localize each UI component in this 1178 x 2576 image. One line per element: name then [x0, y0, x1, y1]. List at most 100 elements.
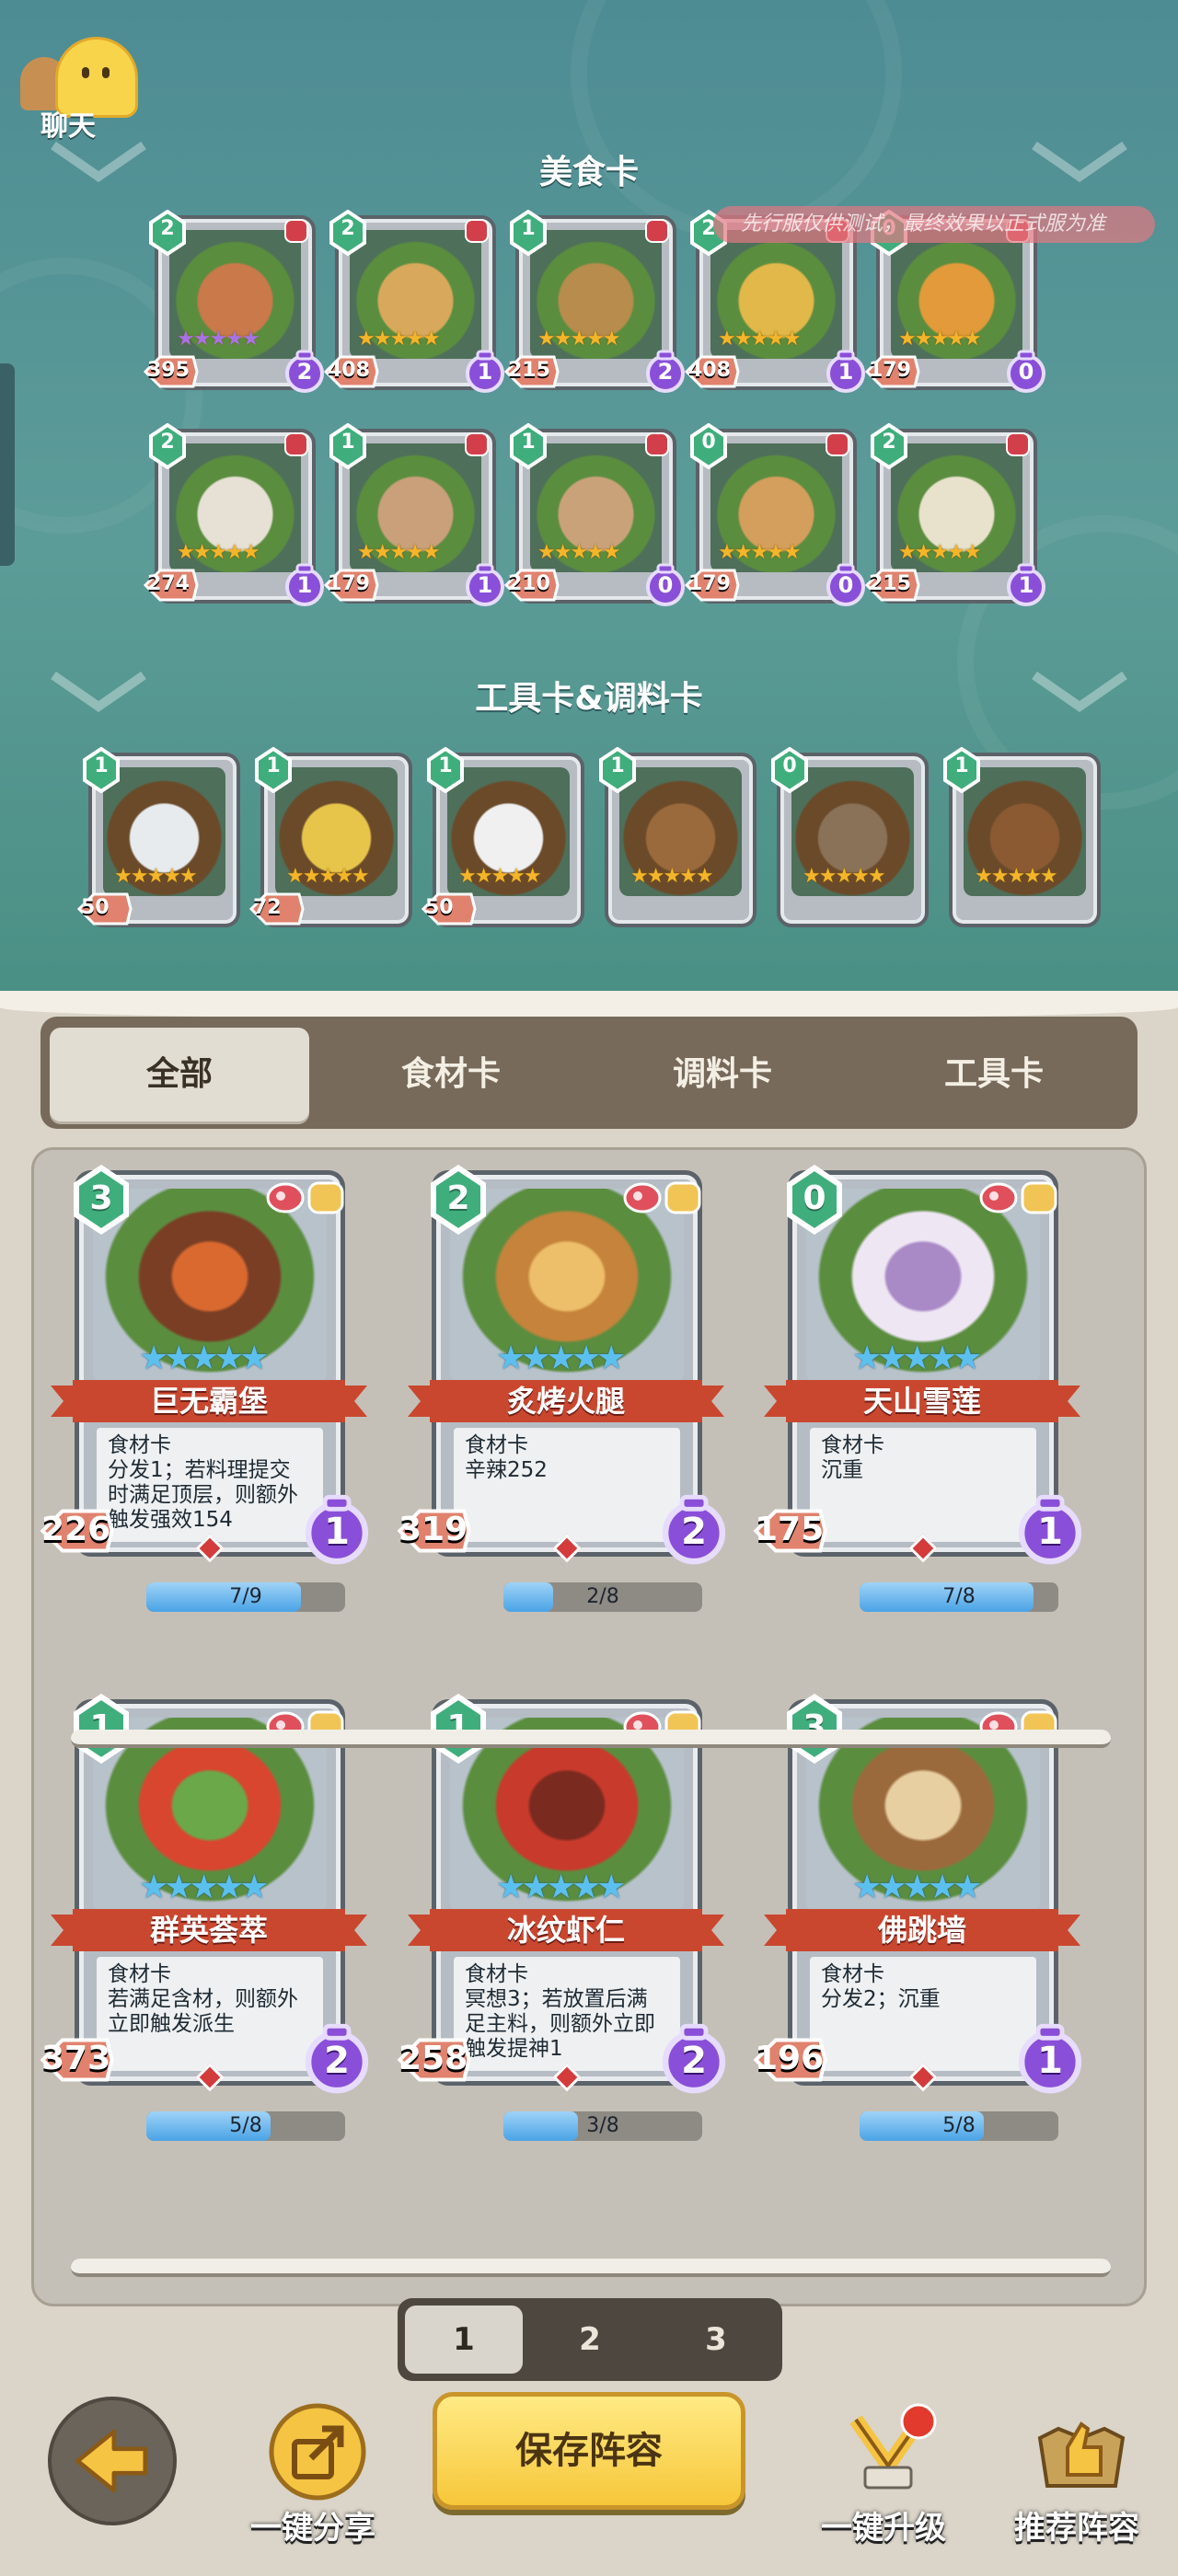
side-drawer-handle[interactable]: [0, 363, 15, 566]
food-card[interactable]: 2 ★★★★★ 395 2: [143, 210, 324, 399]
star-rating: ★★★★★: [496, 1869, 626, 1906]
share-label: 一键分享: [250, 2510, 375, 2547]
food-card[interactable]: 2 ★★★★★ 274 1: [143, 423, 324, 613]
ingredient-type-icon: [284, 219, 308, 243]
level-value: 1: [324, 1511, 350, 1553]
attack-badge: 215: [863, 567, 922, 604]
cost-badge: 1: [71, 1694, 132, 1764]
attack-badge: 215: [502, 353, 561, 390]
level-value: 2: [681, 2040, 707, 2082]
attack-value: 196: [755, 2040, 825, 2077]
grain-tag-icon: [307, 1181, 344, 1214]
card-collection-area: 全部 食材卡 调料卡 工具卡 3 ★★★★★ 巨无霸堡 食材卡 分发1；若料理提交…: [0, 991, 1178, 2576]
description-line: 食材卡: [821, 1433, 884, 1457]
card-name-banner: 佛跳墙: [764, 1909, 1080, 1951]
level-value: 1: [1037, 1511, 1063, 1553]
level-badge: 2: [284, 350, 325, 394]
description-line: 沉重: [821, 1458, 863, 1482]
chat-button[interactable]: 聊天: [13, 37, 138, 143]
page-button-3[interactable]: 3: [657, 2306, 775, 2374]
food-card[interactable]: 1 ★★★★★ 215 2: [503, 210, 685, 399]
share-button[interactable]: 一键分享: [230, 2401, 396, 2558]
back-button[interactable]: [48, 2397, 177, 2525]
cost-badge: 2: [428, 1165, 489, 1235]
description-line: 足主料，则额外立即: [465, 2012, 655, 2036]
description-line: 食材卡: [108, 1962, 171, 1986]
tool-card[interactable]: 1 ★★★★★ 50: [421, 747, 584, 937]
tool-card[interactable]: 0 ★★★★★: [771, 747, 929, 937]
level-value: 1: [837, 359, 854, 385]
attack-badge: 258: [395, 2030, 474, 2089]
collection-card[interactable]: 1 ★★★★★ 群英荟萃 食材卡 若满足含材，则额外 立即触发派生 373 2 5/…: [40, 1694, 375, 2141]
cost-value: 3: [89, 1179, 113, 1217]
page-button-1[interactable]: 1: [405, 2306, 523, 2374]
level-badge: 0: [1006, 350, 1046, 394]
card-description: 食材卡 冥想3；若放置后满 足主料，则额外立即 触发提神1: [454, 1957, 680, 2071]
star-rating: ★★★★★: [357, 328, 441, 351]
cost-badge: 1: [508, 423, 549, 469]
upgrade-progress-bar: 5/8: [146, 2111, 345, 2141]
level-badge: 1: [465, 563, 505, 607]
test-server-notice: 先行服仅供测试，最终效果以正式服为准: [713, 206, 1155, 243]
attack-badge: 319: [395, 1501, 474, 1560]
ingredient-type-icon: [465, 432, 489, 456]
level-badge: 2: [660, 1494, 728, 1566]
tab-seasoning[interactable]: 调料卡: [593, 1028, 852, 1121]
food-card[interactable]: 2 ★★★★★ 408 1: [323, 210, 504, 399]
page-button-2[interactable]: 2: [531, 2306, 649, 2374]
share-icon: [269, 2403, 366, 2501]
cost-value: 1: [341, 431, 355, 454]
attack-badge: 179: [683, 567, 742, 604]
food-card[interactable]: 0 ★★★★★ 179 0: [684, 423, 865, 613]
card-name-banner: 天山雪莲: [764, 1380, 1080, 1422]
progress-text: 5/8: [229, 2114, 262, 2137]
tool-card[interactable]: 1 ★★★★★: [943, 747, 1101, 937]
star-rating: ★★★★★: [286, 865, 370, 888]
attack-badge: 408: [683, 353, 742, 390]
star-rating: ★★★★★: [139, 1869, 269, 1906]
collection-card[interactable]: 2 ★★★★★ 炙烤火腿 食材卡 辛辣252 319 2 2/8: [397, 1165, 732, 1612]
cost-badge: 1: [81, 747, 121, 793]
collection-card[interactable]: 1 ★★★★★ 冰纹虾仁 食材卡 冥想3；若放置后满 足主料，则额外立即 触发提神1 …: [397, 1694, 732, 2141]
background-pattern: [571, 0, 902, 239]
tool-card[interactable]: 1 ★★★★★ 50: [76, 747, 240, 937]
food-card[interactable]: 1 ★★★★★ 210 0: [503, 423, 685, 613]
shelf-divider: [71, 2259, 1111, 2277]
level-value: 2: [657, 359, 674, 385]
attack-badge: 179: [863, 353, 922, 390]
tab-ingredient[interactable]: 食材卡: [321, 1028, 581, 1121]
description-line: 冥想3；若放置后满: [465, 1987, 648, 2011]
attack-badge: 226: [38, 1501, 117, 1560]
collection-card[interactable]: 0 ★★★★★ 天山雪莲 食材卡 沉重 175 1 7/8: [753, 1165, 1088, 1612]
food-card[interactable]: 1 ★★★★★ 179 1: [323, 423, 504, 613]
upgrade-progress-bar: 7/9: [146, 1582, 345, 1612]
food-card[interactable]: 2 ★★★★★ 215 1: [864, 423, 1045, 613]
card-name-banner: 群英荟萃: [51, 1909, 367, 1951]
attack-value: 373: [41, 2040, 111, 2077]
tab-tool[interactable]: 工具卡: [864, 1028, 1124, 1121]
food-card[interactable]: 0 ★★★★★ 179 0: [864, 210, 1045, 399]
card-name-banner: 冰纹虾仁: [408, 1909, 724, 1951]
star-rating: ★★★★★: [852, 1340, 982, 1377]
attack-badge: 210: [502, 567, 561, 604]
ingredient-type-icon: [284, 432, 308, 456]
one-click-upgrade-button[interactable]: 一键升级: [801, 2401, 966, 2558]
tab-all[interactable]: 全部: [50, 1028, 309, 1121]
tool-card[interactable]: 1 ★★★★★: [599, 747, 756, 937]
food-card[interactable]: 2 ★★★★★ 408 1: [684, 210, 865, 399]
recommend-lineup-button[interactable]: 推荐阵容: [994, 2401, 1160, 2558]
attack-value: 395: [147, 359, 190, 382]
cost-value: 1: [610, 754, 625, 777]
save-lineup-button[interactable]: 保存阵容: [433, 2392, 745, 2510]
collection-card[interactable]: 3 ★★★★★ 佛跳墙 食材卡 分发2；沉重 196 1 5/8: [753, 1694, 1088, 2141]
collection-card[interactable]: 3 ★★★★★ 巨无霸堡 食材卡 分发1；若料理提交 时满足顶层，则额外 触发强效15…: [40, 1165, 375, 1612]
tool-card[interactable]: 1 ★★★★★ 72: [248, 747, 412, 937]
cost-badge: 0: [769, 747, 810, 793]
arrow-left-icon: [75, 2429, 148, 2493]
star-rating: ★★★★★: [718, 541, 802, 564]
attack-value: 50: [425, 896, 454, 919]
attack-value: 215: [869, 572, 911, 595]
star-rating: ★★★★★: [177, 541, 260, 564]
attack-badge: 274: [142, 567, 201, 604]
star-rating: ★★★★★: [357, 541, 441, 564]
